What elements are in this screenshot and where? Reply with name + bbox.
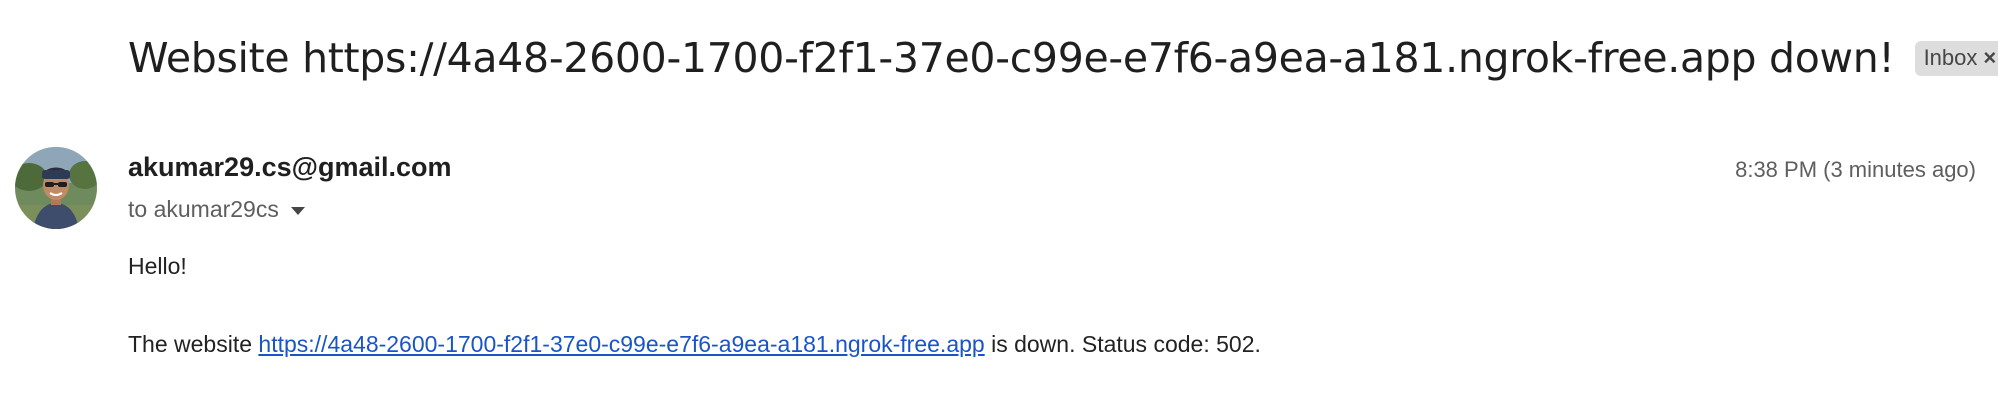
sender-email[interactable]: akumar29.cs@gmail.com	[128, 152, 452, 183]
recipient-line: to akumar29cs	[128, 196, 305, 223]
avatar-photo	[15, 147, 97, 229]
sender-avatar[interactable]	[15, 147, 97, 229]
email-subject: Website https://4a48-2600-1700-f2f1-37e0…	[128, 34, 1895, 82]
status-line-suffix: is down. Status code: 502.	[984, 331, 1261, 357]
status-line-prefix: The website	[128, 331, 259, 357]
inbox-label-text: Inbox	[1923, 44, 1978, 70]
chevron-down-icon[interactable]	[290, 206, 305, 215]
email-timestamp[interactable]: 8:38 PM (3 minutes ago)	[1735, 157, 1976, 183]
email-body-greeting: Hello!	[128, 253, 187, 279]
recipient-text: to akumar29cs	[128, 196, 279, 222]
inbox-label-chip[interactable]: Inbox ×	[1914, 40, 1998, 76]
email-subject-row: Website https://4a48-2600-1700-f2f1-37e0…	[128, 34, 1998, 82]
website-link[interactable]: https://4a48-2600-1700-f2f1-37e0-c99e-e7…	[258, 331, 984, 357]
remove-label-icon[interactable]: ×	[1983, 46, 1996, 69]
email-body-status-line: The website https://4a48-2600-1700-f2f1-…	[128, 331, 1261, 358]
